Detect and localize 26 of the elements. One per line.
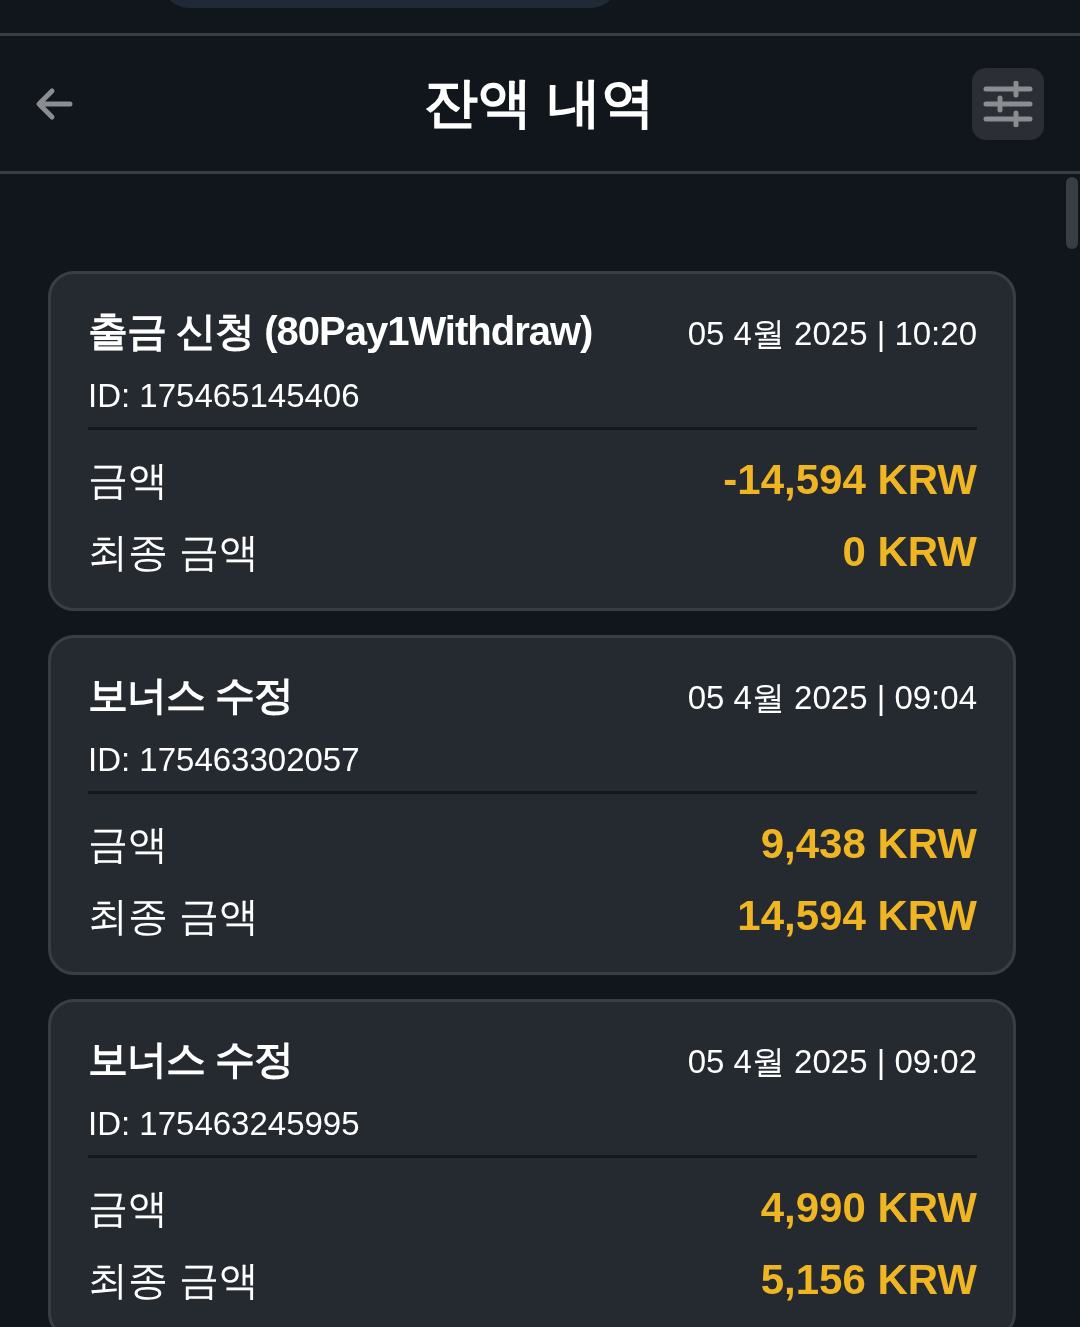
sliders-icon (983, 80, 1033, 127)
transaction-date: 05 4월 2025 | 09:04 (687, 678, 977, 718)
transaction-id: ID: 175463302057 (88, 741, 361, 779)
back-arrow-icon (34, 85, 74, 122)
transaction-id: ID: 175465145406 (88, 377, 361, 415)
amount-label: 최종 금액 (88, 892, 260, 940)
amount-value: 9,438 KRW (760, 820, 977, 868)
transaction-title: 보너스 수정 (88, 672, 294, 719)
transaction-title: 출금 신청 (80Pay1Withdraw) (88, 308, 593, 355)
amount-value: 0 KRW (842, 528, 977, 576)
amount-label: 금액 (88, 456, 168, 504)
filter-button[interactable] (972, 67, 1044, 140)
transaction-id: ID: 175463245995 (88, 1105, 361, 1143)
amount-label: 최종 금액 (88, 1256, 260, 1304)
amount-value: 14,594 KRW (737, 892, 977, 940)
amount-label: 금액 (88, 1184, 168, 1232)
amount-value: -14,594 KRW (723, 456, 977, 504)
amount-label: 금액 (88, 820, 168, 868)
transaction-title: 보너스 수정 (88, 1036, 294, 1083)
transaction-date: 05 4월 2025 | 09:02 (687, 1042, 977, 1082)
transaction-date: 05 4월 2025 | 10:20 (687, 314, 977, 354)
amount-label: 최종 금액 (88, 528, 260, 576)
scrollbar (1066, 177, 1078, 249)
amount-value: 4,990 KRW (760, 1184, 977, 1232)
page-title: 잔액 내역 (424, 71, 656, 134)
amount-value: 5,156 KRW (760, 1256, 977, 1304)
